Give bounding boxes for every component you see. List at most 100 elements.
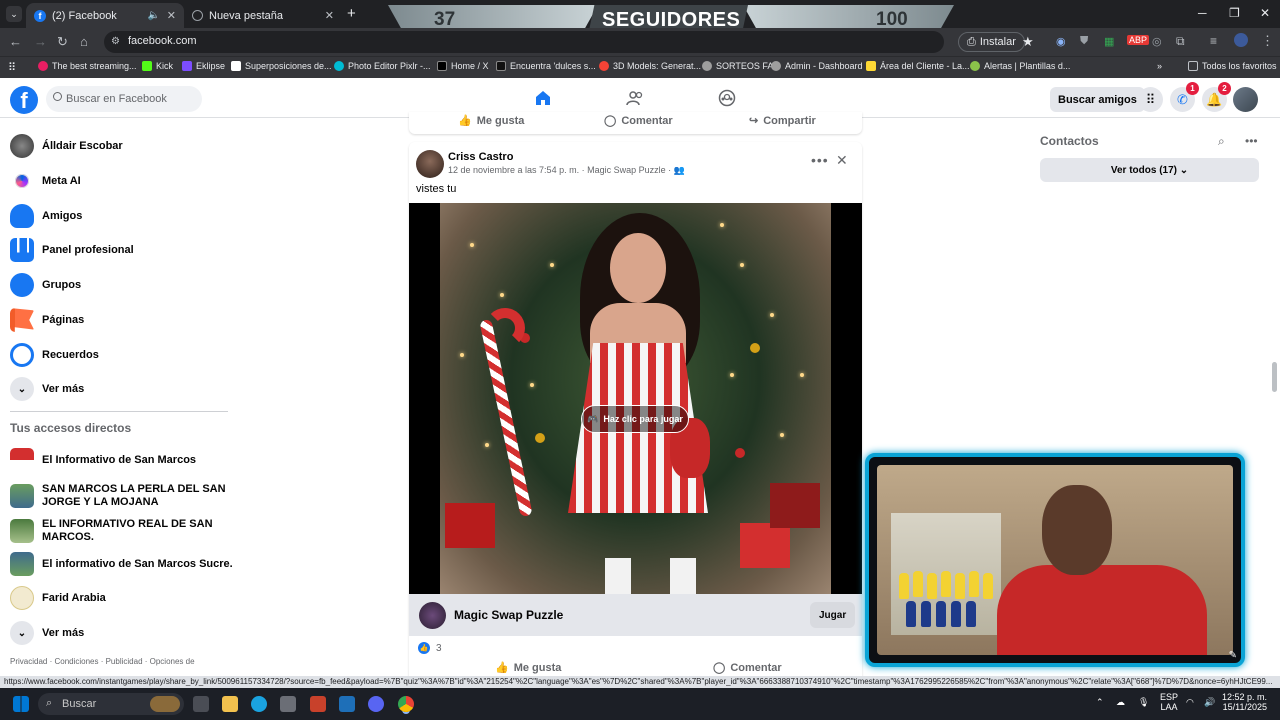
like-button[interactable]: 👍 Me gusta (458, 114, 524, 128)
adblock-icon[interactable]: ABP (1127, 35, 1150, 45)
edge-icon[interactable] (251, 696, 267, 712)
comment-button[interactable]: ◯ Comentar (713, 661, 782, 675)
bookmark-item[interactable]: Superposiciones de... (231, 61, 332, 71)
play-game-button[interactable]: 🎮 Haz clic para jugar (581, 405, 689, 433)
sidebar-item-groups[interactable]: Grupos (10, 270, 81, 300)
windows-start-icon[interactable] (13, 696, 29, 712)
speaker-icon[interactable]: 🔈 (148, 10, 160, 21)
close-icon[interactable]: ✕ (836, 152, 848, 169)
reaction-count[interactable]: 👍 3 (418, 642, 442, 654)
close-tab-icon[interactable]: ✕ (325, 9, 334, 22)
profile-icon[interactable] (1234, 33, 1248, 47)
clock[interactable]: 12:52 p. m. 15/11/2025 (1222, 692, 1267, 712)
back-icon[interactable]: ← (9, 34, 22, 49)
share-button[interactable]: ↪ Compartir (749, 114, 816, 128)
see-all-contacts-button[interactable]: Ver todos (17) ⌄ (1040, 158, 1259, 182)
bookmark-item[interactable]: Kick (142, 61, 173, 71)
play-button[interactable]: Jugar (810, 602, 856, 628)
tab-facebook[interactable]: f (2) Facebook 🔈 ✕ (26, 3, 184, 28)
groups-nav-icon[interactable] (718, 89, 736, 107)
maximize-icon[interactable]: ❐ (1229, 6, 1240, 20)
file-explorer-icon[interactable] (222, 696, 238, 712)
sidebar-item-profile[interactable]: Álldair Escobar (10, 131, 123, 161)
home-nav-icon[interactable] (534, 89, 552, 107)
search-icon[interactable]: ⌕ (1218, 134, 1225, 149)
facebook-logo-icon[interactable]: f (10, 86, 38, 114)
taskbar-search[interactable]: ⌕ Buscar (38, 693, 184, 715)
menu-grid-icon[interactable]: ⠿ (1138, 87, 1163, 112)
account-avatar[interactable] (1233, 87, 1258, 112)
url-text[interactable]: facebook.com (128, 35, 196, 47)
new-tab-button[interactable]: + (347, 5, 356, 22)
bookmark-item[interactable]: SORTEOS FA (702, 61, 773, 71)
microphone-icon[interactable]: 🎙 (1138, 697, 1149, 708)
sidebar-item-pages[interactable]: Páginas (10, 305, 84, 335)
minimize-icon[interactable]: ─ (1198, 6, 1207, 20)
powerpoint-icon[interactable] (310, 696, 326, 712)
shortcut-item[interactable]: SAN MARCOS LA PERLA DEL SAN JORGE Y LA M… (10, 479, 235, 513)
more-options-icon[interactable]: ••• (811, 152, 829, 168)
post-image[interactable]: 🎮 Haz clic para jugar (409, 203, 862, 594)
tab-search-button[interactable]: ⌄ (6, 6, 22, 22)
comment-button[interactable]: ◯ Comentar (604, 114, 673, 128)
forward-icon[interactable]: → (34, 34, 47, 49)
sidebar-item-friends[interactable]: Amigos (10, 201, 82, 231)
sidebar-item-meta-ai[interactable]: Meta AI (10, 166, 81, 196)
bookmark-item[interactable]: Alertas | Plantillas d... (970, 61, 1070, 71)
apps-grid-icon[interactable]: ⠿ (8, 61, 16, 74)
friends-nav-icon[interactable] (626, 89, 644, 107)
app-icon[interactable] (339, 696, 355, 712)
extension-icon[interactable]: ◉ (1056, 35, 1066, 48)
task-view-icon[interactable] (193, 696, 209, 712)
bookmark-item[interactable]: Área del Cliente - La... (866, 61, 970, 71)
bookmark-item[interactable]: Eklipse (182, 61, 225, 71)
language-indicator[interactable]: ESP LAA (1160, 692, 1178, 712)
sidebar-item-memories[interactable]: Recuerdos (10, 340, 99, 370)
cloud-icon[interactable]: ☁ (1116, 697, 1125, 708)
bookmark-item[interactable]: Admin - Dashboard (771, 61, 863, 71)
bookmark-item[interactable]: Encuentra 'dulces s... (496, 61, 596, 71)
shortcuts-see-more[interactable]: ⌄ Ver más (10, 618, 84, 648)
search-input[interactable]: Buscar en Facebook (46, 86, 202, 112)
like-button[interactable]: 👍 Me gusta (495, 661, 561, 675)
shortcut-item[interactable]: El informativo de San Marcos Sucre. (10, 549, 233, 579)
sidebar-item-professional[interactable]: Panel profesional (10, 235, 134, 265)
bookmark-item[interactable]: Home / X (437, 61, 489, 71)
volume-icon[interactable]: 🔊 (1204, 697, 1215, 708)
media-control-icon[interactable]: ≡ (1210, 34, 1217, 48)
grid-extension-icon[interactable]: ▦ (1104, 35, 1114, 48)
browser-menu-icon[interactable]: ⋮ (1261, 33, 1274, 49)
edit-icon[interactable]: ✎ (1229, 650, 1237, 661)
install-app-button[interactable]: ⎙ Instalar (958, 32, 1025, 52)
shortcut-item[interactable]: El Informativo de San Marcos (10, 445, 196, 475)
reload-icon[interactable]: ↻ (57, 34, 68, 50)
tray-arrow-icon[interactable]: ⌃ (1096, 697, 1104, 708)
game-name[interactable]: Magic Swap Puzzle (454, 608, 563, 622)
more-options-icon[interactable]: ••• (1245, 134, 1258, 148)
discord-icon[interactable] (368, 696, 384, 712)
page-scrollbar[interactable] (1272, 362, 1277, 392)
more-bookmarks-icon[interactable]: » (1157, 61, 1162, 71)
tab-new[interactable]: Nueva pestaña ✕ (184, 3, 342, 28)
site-info-icon[interactable]: ⚙ (111, 36, 120, 47)
footer-links[interactable]: Privacidad · Condiciones · Publicidad · … (10, 657, 195, 666)
shortcut-item[interactable]: EL INFORMATIVO REAL DE SAN MARCOS. (10, 514, 235, 548)
extensions-puzzle-icon[interactable]: ⧉ (1176, 34, 1185, 49)
home-icon[interactable]: ⌂ (80, 34, 88, 49)
post-author[interactable]: Criss Castro (448, 151, 513, 163)
wifi-icon[interactable]: ◠ (1186, 697, 1194, 708)
vpn-icon[interactable]: ◎ (1152, 35, 1162, 48)
avatar[interactable] (416, 150, 444, 178)
close-tab-icon[interactable]: ✕ (167, 9, 176, 22)
bookmark-item[interactable]: The best streaming... (38, 61, 137, 71)
shield-extension-icon[interactable]: ⛊ (1080, 35, 1088, 48)
all-favorites-folder[interactable]: Todos los favoritos (1188, 61, 1277, 71)
sidebar-see-more[interactable]: ⌄ Ver más (10, 374, 84, 404)
bookmark-item[interactable]: 3D Models: Generat... (599, 61, 701, 71)
close-window-icon[interactable]: ✕ (1260, 6, 1270, 20)
find-friends-button[interactable]: Buscar amigos (1050, 87, 1145, 112)
chrome-icon[interactable] (398, 696, 414, 712)
game-icon[interactable] (419, 602, 446, 629)
address-bar[interactable] (104, 31, 944, 53)
shortcut-item[interactable]: Farid Arabia (10, 583, 106, 613)
